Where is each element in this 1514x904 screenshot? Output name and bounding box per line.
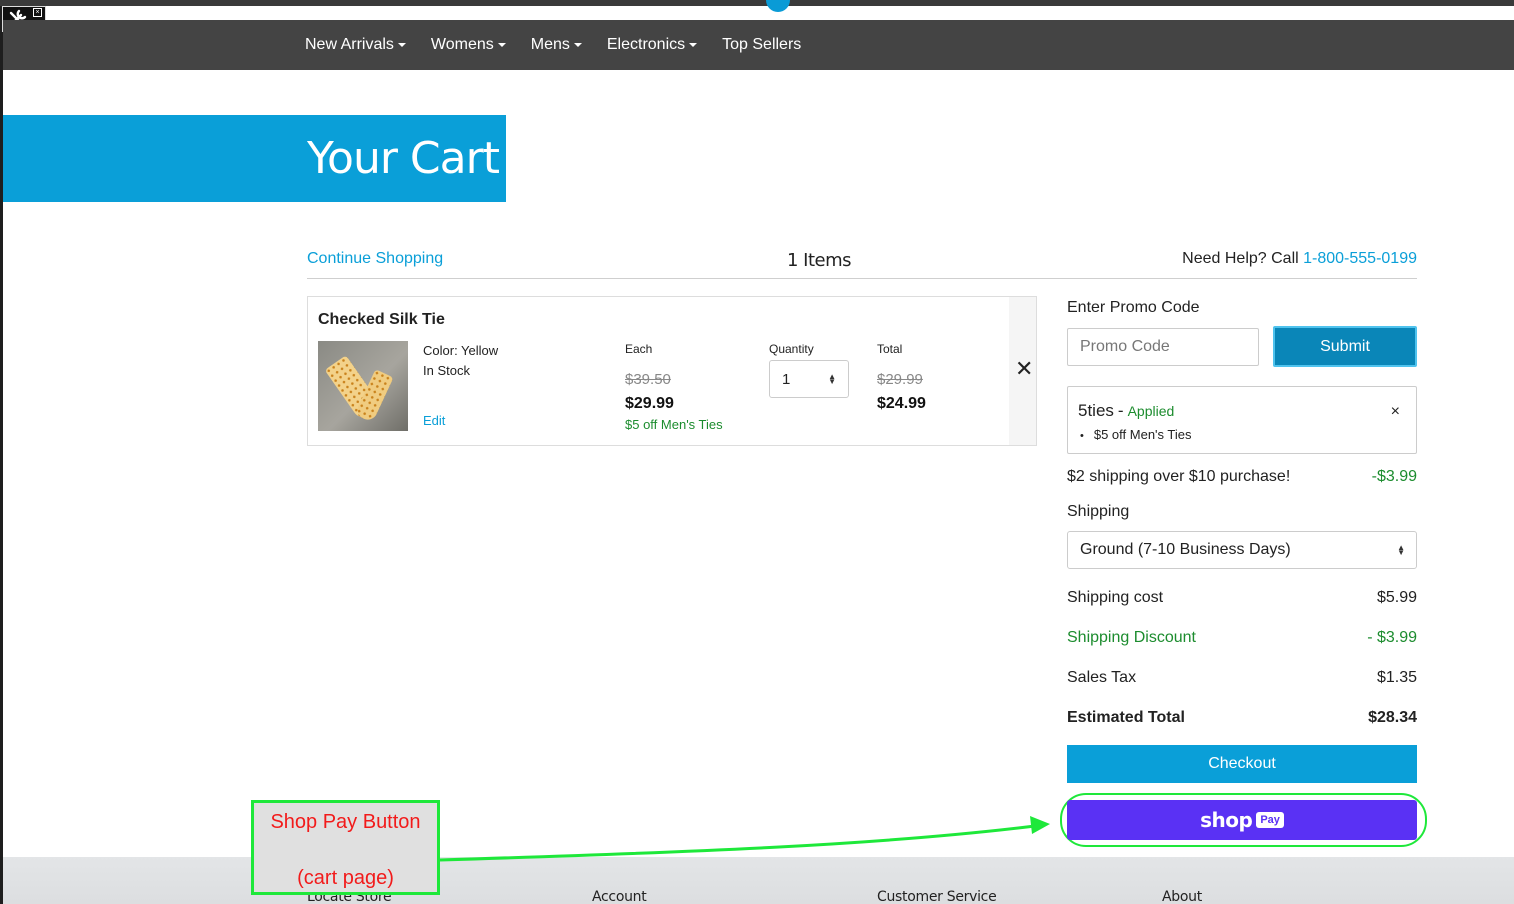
item-promo-note: $5 off Men's Ties <box>625 417 723 432</box>
promo-dash: - <box>1117 401 1124 420</box>
nav-label: Electronics <box>606 36 686 53</box>
caret-down-icon <box>497 43 506 47</box>
shipping-cost-label: Shipping cost <box>1067 589 1164 606</box>
checkout-button[interactable]: Checkout <box>1067 745 1417 783</box>
shop-pay-button[interactable]: shop Pay <box>1067 800 1417 840</box>
caret-down-icon <box>573 43 582 47</box>
nav-new-arrivals[interactable]: New Arrivals <box>305 36 406 54</box>
shipping-promo-row: $2 shipping over $10 purchase! -$3.99 <box>1067 468 1417 486</box>
select-arrows-icon: ▲ ▼ <box>1397 543 1405 557</box>
page-footer: Locate Store Account Customer Service Ab… <box>3 857 1514 904</box>
quantity-select[interactable]: 1 ▲ ▼ <box>769 360 849 398</box>
item-title: Checked Silk Tie <box>318 311 445 328</box>
main-navbar: New Arrivals Womens Mens Electronics Top… <box>3 20 1514 70</box>
nav-womens[interactable]: Womens <box>431 36 506 54</box>
shipping-discount-row: Shipping Discount - $3.99 <box>1067 629 1417 647</box>
promo-applied-status: Applied <box>1127 403 1175 419</box>
remove-promo-icon[interactable]: × <box>1391 403 1400 421</box>
shipping-method-select[interactable]: Ground (7-10 Business Days) ▲ ▼ <box>1067 531 1417 569</box>
promo-code-name: 5ties <box>1078 401 1114 420</box>
footer-link-customer-service[interactable]: Customer Service <box>877 889 997 904</box>
promo-code-label: Enter Promo Code <box>1067 299 1200 316</box>
nav-label: Womens <box>430 36 494 53</box>
item-stock-status: In Stock <box>423 363 470 378</box>
each-sale-price: $29.99 <box>625 395 674 412</box>
footer-link-about[interactable]: About <box>1162 889 1202 904</box>
annotation-subtitle: (cart page) <box>297 867 394 889</box>
shipping-promo-value: -$3.99 <box>1371 468 1417 485</box>
product-image[interactable] <box>318 341 408 431</box>
shipping-promo-text: $2 shipping over $10 purchase! <box>1067 468 1291 485</box>
nav-menu: New Arrivals Womens Mens Electronics Top… <box>305 20 826 70</box>
item-color: Color: Yellow <box>423 343 499 358</box>
total-original-price: $29.99 <box>877 371 923 388</box>
total-label: Total <box>877 342 903 356</box>
annotation-title: Shop Pay Button <box>270 811 421 833</box>
continue-shopping-link[interactable]: Continue Shopping <box>307 250 443 268</box>
remove-column: ✕ <box>1009 297 1036 445</box>
estimated-total-value: $28.34 <box>1368 709 1417 726</box>
remove-item-icon[interactable]: ✕ <box>1015 358 1033 380</box>
promo-submit-button[interactable]: Submit <box>1273 326 1417 367</box>
each-label: Each <box>625 342 653 356</box>
cart-header: Continue Shopping 1 Items Need Help? Cal… <box>307 245 1417 279</box>
caret-down-icon <box>397 43 406 47</box>
shop-pay-logo: shop <box>1200 808 1253 832</box>
caret-down-icon <box>689 43 698 47</box>
items-count: 1 Items <box>787 250 852 271</box>
promo-detail: $5 off Men's Ties <box>1080 427 1192 442</box>
nav-mens[interactable]: Mens <box>531 36 582 54</box>
nav-electronics[interactable]: Electronics <box>606 36 698 54</box>
help-label: Need Help? Call <box>1182 250 1304 267</box>
shipping-label: Shipping <box>1067 503 1130 520</box>
shipping-method-value: Ground (7-10 Business Days) <box>1080 541 1291 558</box>
each-original-price: $39.50 <box>625 371 671 388</box>
annotation-callout: Shop Pay Button (cart page) <box>251 800 440 895</box>
shipping-discount-label: Shipping Discount <box>1067 629 1196 646</box>
sales-tax-row: Sales Tax $1.35 <box>1067 669 1417 687</box>
nav-label: New Arrivals <box>305 36 394 53</box>
page-hero: Your Cart <box>3 115 506 202</box>
quantity-value: 1 <box>782 371 791 388</box>
quantity-label: Quantity <box>769 342 814 356</box>
shipping-discount-value: - $3.99 <box>1367 629 1417 646</box>
select-arrows-icon: ▲ ▼ <box>828 372 836 386</box>
cart-item: Checked Silk Tie Color: Yellow In Stock … <box>307 296 1037 446</box>
page-title: Your Cart <box>307 133 500 184</box>
help-text: Need Help? Call 1-800-555-0199 <box>1182 250 1417 268</box>
estimated-total-row: Estimated Total $28.34 <box>1067 709 1417 727</box>
sales-tax-value: $1.35 <box>1376 669 1417 686</box>
nav-top-sellers[interactable]: Top Sellers <box>722 36 801 54</box>
estimated-total-label: Estimated Total <box>1067 709 1185 726</box>
nav-label: Top Sellers <box>722 36 802 53</box>
sales-tax-label: Sales Tax <box>1067 669 1137 686</box>
close-tools-icon[interactable]: × <box>33 8 42 17</box>
pay-badge: Pay <box>1256 812 1284 828</box>
edit-item-link[interactable]: Edit <box>423 413 445 428</box>
shipping-cost-value: $5.99 <box>1376 589 1417 606</box>
applied-promo-code: 5ties - Applied <box>1078 401 1174 421</box>
applied-promo: 5ties-Applied × $5 off Men's Ties <box>1067 386 1417 454</box>
footer-link-account[interactable]: Account <box>592 889 647 904</box>
total-sale-price: $24.99 <box>877 395 926 412</box>
nav-label: Mens <box>530 36 570 53</box>
shipping-cost-row: Shipping cost $5.99 <box>1067 589 1417 607</box>
promo-code-input[interactable] <box>1067 328 1259 366</box>
help-phone-link[interactable]: 1-800-555-0199 <box>1303 250 1417 267</box>
